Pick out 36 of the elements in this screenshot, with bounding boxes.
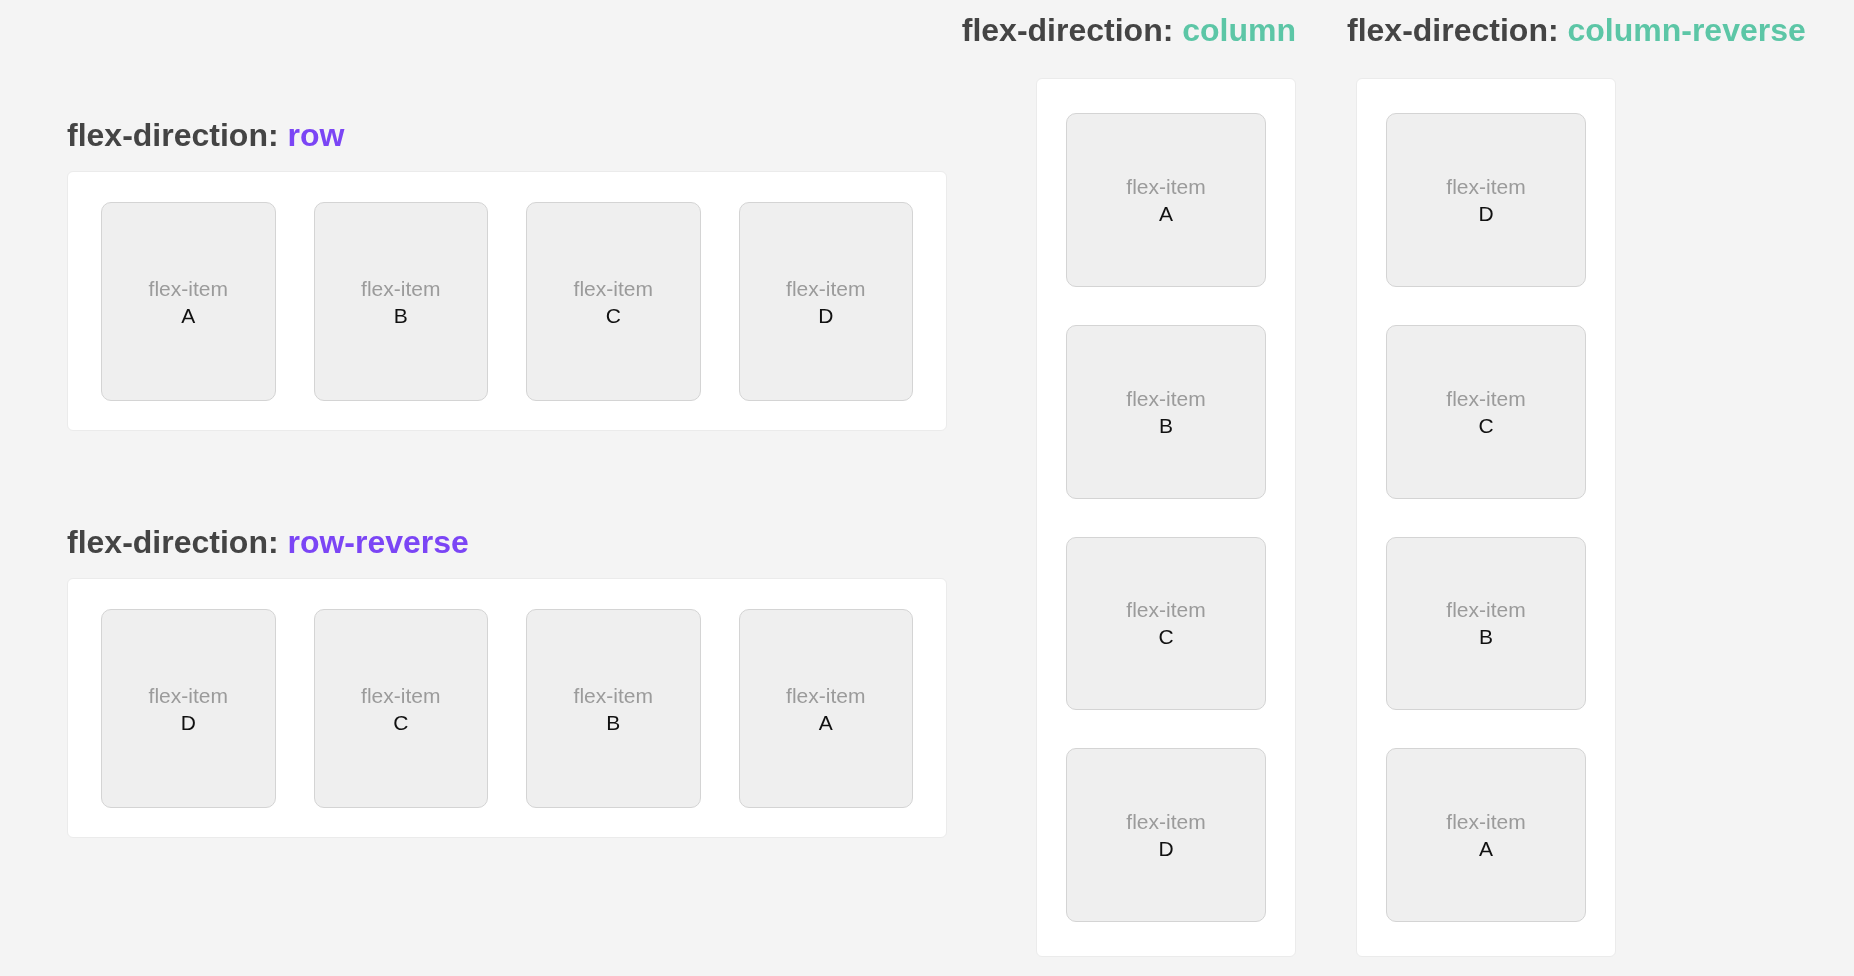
- item-label: flex-item: [1126, 385, 1206, 412]
- item-letter: B: [606, 709, 621, 736]
- item-letter: C: [1158, 624, 1174, 651]
- item-letter: D: [180, 709, 196, 736]
- item-letter: D: [1158, 836, 1174, 863]
- item-label: flex-item: [786, 275, 866, 302]
- section-title: flex-direction: row: [67, 116, 346, 155]
- section-title: flex-direction: column: [961, 11, 1296, 50]
- item-label: flex-item: [1446, 809, 1526, 836]
- item-letter: D: [818, 302, 834, 329]
- item-letter: B: [1479, 624, 1493, 651]
- item-label: flex-item: [148, 682, 228, 709]
- item-label: flex-item: [361, 682, 441, 709]
- item-label: flex-item: [1126, 809, 1206, 836]
- item-letter: A: [181, 302, 196, 329]
- item-label: flex-item: [1446, 173, 1526, 200]
- item-letter: B: [1159, 412, 1173, 439]
- item-letter: C: [605, 302, 621, 329]
- item-label: flex-item: [1446, 597, 1526, 624]
- item-letter: A: [818, 709, 833, 736]
- item-label: flex-item: [1446, 385, 1526, 412]
- item-label: flex-item: [148, 275, 228, 302]
- section-title: flex-direction: row-reverse: [67, 523, 470, 562]
- item-label: flex-item: [573, 682, 653, 709]
- item-letter: C: [1478, 412, 1494, 439]
- item-label: flex-item: [573, 275, 653, 302]
- item-letter: A: [1159, 200, 1173, 227]
- item-letter: D: [1478, 200, 1494, 227]
- item-letter: B: [393, 302, 408, 329]
- item-letter: A: [1479, 836, 1493, 863]
- item-label: flex-item: [1126, 173, 1206, 200]
- item-label: flex-item: [361, 275, 441, 302]
- item-label: flex-item: [1126, 597, 1206, 624]
- section-title: flex-direction: column-reverse: [1347, 11, 1806, 50]
- item-letter: C: [393, 709, 409, 736]
- item-label: flex-item: [786, 682, 866, 709]
